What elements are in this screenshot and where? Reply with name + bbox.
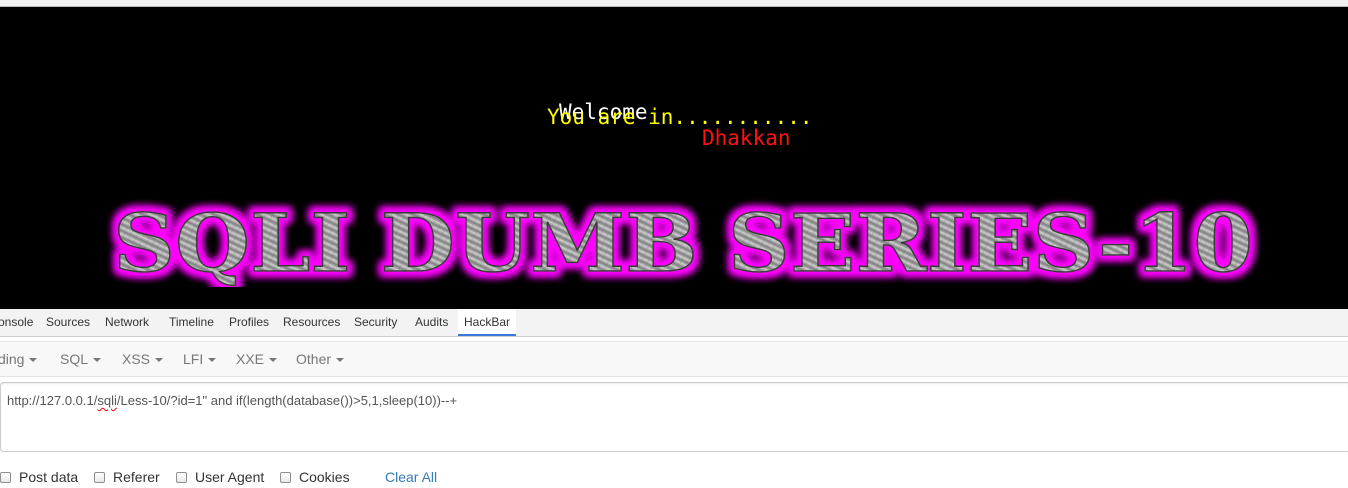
caret-down-icon (29, 358, 38, 363)
menu-other[interactable]: Other (296, 342, 345, 376)
menu-other-label: Other (296, 351, 332, 367)
menu-encoding-label: ding (0, 351, 25, 367)
tab-network[interactable]: Network (99, 309, 155, 336)
browser-top-edge (0, 0, 1348, 7)
caret-down-icon (336, 358, 345, 363)
user-agent-option[interactable]: User Agent (176, 469, 264, 485)
menu-sql-label: SQL (60, 351, 89, 367)
referer-checkbox[interactable] (94, 472, 105, 483)
menu-xxe[interactable]: XXE (236, 342, 278, 376)
post-data-checkbox[interactable] (0, 472, 11, 483)
caret-down-icon (269, 358, 278, 363)
tab-profiles[interactable]: Profiles (223, 309, 275, 336)
referer-option[interactable]: Referer (94, 469, 160, 485)
tab-console[interactable]: onsole (0, 309, 39, 336)
series-banner: SQLI DUMB SERIES-10 (96, 195, 1271, 287)
menu-xss[interactable]: XSS (122, 342, 164, 376)
clear-all-link[interactable]: Clear All (385, 469, 437, 485)
menu-xxe-label: XXE (236, 351, 265, 367)
post-data-label: Post data (19, 469, 79, 485)
tab-timeline[interactable]: Timeline (163, 309, 220, 336)
menu-encoding[interactable]: ding (0, 342, 38, 376)
status-message: You are in........... (547, 105, 813, 129)
tab-sources[interactable]: Sources (40, 309, 96, 336)
cookies-label: Cookies (299, 469, 350, 485)
menu-lfi[interactable]: LFI (183, 342, 217, 376)
tab-audits[interactable]: Audits (409, 309, 454, 336)
url-misspelled-word: sqli (97, 393, 117, 408)
referer-label: Referer (113, 469, 160, 485)
caret-down-icon (93, 358, 102, 363)
devtools-tabbar: onsole Sources Network Timeline Profiles… (0, 309, 1348, 337)
caret-down-icon (155, 358, 164, 363)
caret-down-icon (208, 358, 217, 363)
cookies-option[interactable]: Cookies (280, 469, 350, 485)
menu-sql[interactable]: SQL (60, 342, 102, 376)
url-value: http://127.0.0.1/sqli/Less-10/?id=1" and… (7, 393, 457, 408)
user-agent-checkbox[interactable] (176, 472, 187, 483)
url-prefix: http://127.0.0.1/ (7, 393, 98, 408)
tab-hackbar[interactable]: HackBar (458, 309, 517, 336)
page-viewport: Welcome Dhakkan You are in........... SQ… (0, 7, 1348, 309)
user-agent-label: User Agent (195, 469, 265, 485)
devtools-panel: onsole Sources Network Timeline Profiles… (0, 309, 1348, 485)
menu-xss-label: XSS (122, 351, 151, 367)
post-data-option[interactable]: Post data (0, 469, 78, 485)
tab-security[interactable]: Security (348, 309, 403, 336)
url-suffix: /Less-10/?id=1" and if(length(database()… (116, 393, 458, 408)
url-textarea[interactable]: http://127.0.0.1/sqli/Less-10/?id=1" and… (0, 382, 1348, 452)
tab-resources[interactable]: Resources (277, 309, 346, 336)
cookies-checkbox[interactable] (280, 472, 291, 483)
series-banner-graphic: SQLI DUMB SERIES-10 (112, 195, 1254, 287)
banner-title: SQLI DUMB SERIES-10 (113, 196, 1253, 287)
menu-lfi-label: LFI (183, 351, 204, 367)
hackbar-options: Post data Referer User Agent Cookies Cle… (0, 468, 1348, 488)
hackbar-menubar: ding SQL XSS LFI XXE Other (0, 341, 1348, 377)
